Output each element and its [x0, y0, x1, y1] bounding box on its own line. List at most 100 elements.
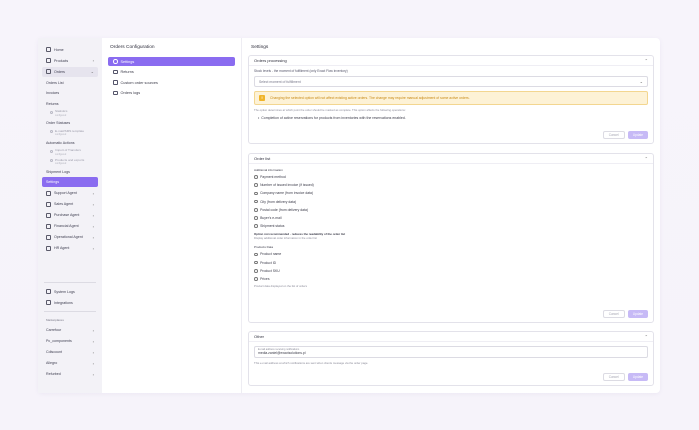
chevron-up-icon[interactable]: ⌃ [645, 334, 648, 339]
notification-email-field[interactable]: E-mail address receiving notifications m… [254, 346, 648, 358]
update-button[interactable]: Update [627, 310, 648, 318]
option-company-name[interactable]: Company name (from invoice data) [254, 189, 648, 197]
bag-icon [46, 212, 51, 218]
sidebar-sub-order-statuses[interactable]: Order Statuses [42, 118, 98, 129]
checkbox-icon [254, 268, 258, 273]
order-list-card: Order list ⌃ Additional information Paym… [248, 153, 654, 323]
checkbox-icon [254, 260, 258, 265]
chevron-right-icon: › [92, 190, 94, 196]
config-item-orders-logs[interactable]: Orders logs [108, 89, 235, 98]
orders-processing-header[interactable]: Orders processing ⌃ [249, 56, 653, 66]
sidebar-item-support-agent[interactable]: Support Agent › [42, 188, 98, 198]
option-city[interactable]: City (from delivery data) [254, 198, 648, 206]
chevron-right-icon: › [92, 245, 94, 251]
user-icon [46, 245, 51, 251]
chevron-right-icon: › [92, 201, 94, 207]
sidebar-item-operational-agent[interactable]: Operational Agent › [42, 232, 98, 242]
sidebar-item-orders[interactable]: Orders ⌄ [42, 67, 98, 77]
option-buyer-email[interactable]: Buyer's e-mail [254, 214, 648, 222]
option-payment-method[interactable]: Payment method [254, 173, 648, 181]
circle-icon [50, 110, 53, 114]
chevron-right-icon: › [92, 223, 94, 229]
config-item-settings[interactable]: Settings [108, 57, 235, 66]
update-button[interactable]: Update [627, 373, 648, 381]
cancel-button[interactable]: Cancel [602, 310, 625, 318]
sidebar-item-purchase-agent[interactable]: Purchase Agent › [42, 210, 98, 220]
checkbox-icon [254, 208, 258, 212]
checkbox-icon [254, 175, 258, 179]
sidebar-sub-invoices[interactable]: Invoices [42, 88, 98, 99]
document-icon [113, 90, 118, 96]
option-product-id[interactable]: Product ID [254, 259, 648, 267]
cancel-button[interactable]: Cancel [602, 131, 625, 139]
email-hint: This e-mail address at which notificatio… [254, 361, 369, 365]
sidebar-item-integrations[interactable]: Integrations [42, 298, 98, 308]
sidebar-item-system-logs[interactable]: System Logs [42, 287, 98, 297]
divider [44, 281, 96, 283]
checkbox-icon [254, 277, 258, 281]
sidebar-sub-products-exports[interactable]: Products and exports configured [42, 158, 98, 167]
config-item-custom-sources[interactable]: Custom order sources [108, 78, 235, 87]
sidebar-item-sales-agent[interactable]: Sales Agent › [42, 199, 98, 209]
option-product-sku[interactable]: Product SKU [254, 267, 648, 275]
chevron-up-icon[interactable]: ⌃ [645, 156, 648, 161]
not-recommended-note: Option not recommended - reduces the rea… [254, 231, 346, 236]
sidebar-item-settings[interactable]: Settings [42, 177, 98, 187]
option-postal-code[interactable]: Postal code (from delivery data) [254, 206, 648, 214]
sidebar-sub-orders-list[interactable]: Orders List [42, 78, 98, 89]
other-header[interactable]: Other ⌃ [249, 332, 653, 342]
main-content: Settings Orders processing ⌃ Stock level… [242, 38, 660, 393]
tag-icon [46, 201, 51, 207]
headset-icon [46, 190, 51, 196]
chevron-right-icon: › [92, 327, 94, 333]
order-list-header[interactable]: Order list ⌃ [249, 154, 653, 164]
sidebar-item-home[interactable]: Home [42, 45, 98, 55]
additional-info-label: Additional information [254, 168, 283, 172]
product-hint: Product data displayed on the list of or… [254, 283, 308, 288]
sidebar-sub-automatic-actions[interactable]: Automatic Actions [42, 138, 98, 149]
option-invoice-number[interactable]: Number of issued invoice (if issued) [254, 181, 648, 189]
sidebar-item-refurbed[interactable]: Refurbed › [42, 369, 98, 379]
fulfillment-bullet: Completion of active reservations for pr… [258, 116, 648, 120]
sidebar-item-pc-components[interactable]: Pc_components › [42, 336, 98, 346]
option-shipment-status[interactable]: Shipment status [254, 222, 648, 230]
cart-icon [46, 69, 51, 75]
gear-icon [113, 59, 118, 64]
chevron-up-icon[interactable]: ⌃ [645, 58, 648, 63]
sidebar-sub-shipment-logs[interactable]: Shipment Logs [42, 167, 98, 178]
checkbox-icon [254, 224, 258, 229]
chevron-right-icon: › [92, 360, 94, 366]
sidebar-item-cdiscount[interactable]: Cdiscount › [42, 347, 98, 357]
chevron-down-icon: ⌄ [639, 79, 643, 84]
sidebar-item-financial-agent[interactable]: Financial Agent › [42, 221, 98, 231]
sidebar-sub-import-transfers[interactable]: Import of Transfers configured [42, 148, 98, 157]
fulfillment-hint: The option determines at which point the… [254, 108, 406, 112]
option-product-name[interactable]: Product name [254, 250, 648, 258]
chevron-down-icon: ⌄ [90, 69, 94, 75]
update-button[interactable]: Update [627, 131, 648, 139]
orders-processing-card: Orders processing ⌃ Stock levels - the m… [248, 55, 654, 144]
cancel-button[interactable]: Cancel [602, 373, 625, 381]
config-nav: Orders Configuration Settings Returns Cu… [102, 38, 242, 393]
sidebar-item-allegro[interactable]: Allegro › [42, 358, 98, 368]
sidebar-item-hr-agent[interactable]: HR Agent › [42, 243, 98, 253]
fulfillment-select[interactable]: Select moment of fulfillment ⌄ [254, 76, 648, 87]
stock-level-label: Stock levels - the moment of fulfillment… [254, 69, 348, 73]
config-item-returns[interactable]: Returns [108, 68, 235, 77]
cog-icon [46, 234, 51, 240]
sidebar-sub-returns[interactable]: Returns [42, 99, 98, 110]
sidebar-sub-email-template[interactable]: E-mail/SMS template configured [42, 129, 98, 138]
option-prices[interactable]: Prices [254, 275, 648, 283]
marketplaces-heading: Marketplaces [46, 318, 64, 323]
chevron-right-icon: › [92, 371, 94, 377]
page-title: Settings [251, 45, 269, 50]
sidebar-item-products[interactable]: Products › [42, 56, 98, 66]
return-icon [113, 69, 118, 75]
app-window: Home Products › Orders ⌄ Orders List Inv… [38, 38, 660, 393]
sidebar-item-carrefour[interactable]: Carrefour › [42, 325, 98, 335]
circle-icon [50, 159, 53, 163]
sidebar-sub-statistics[interactable]: Statistics configured [42, 109, 98, 118]
chevron-right-icon: › [92, 58, 94, 64]
wallet-icon [46, 223, 51, 229]
config-title: Orders Configuration [110, 45, 155, 50]
